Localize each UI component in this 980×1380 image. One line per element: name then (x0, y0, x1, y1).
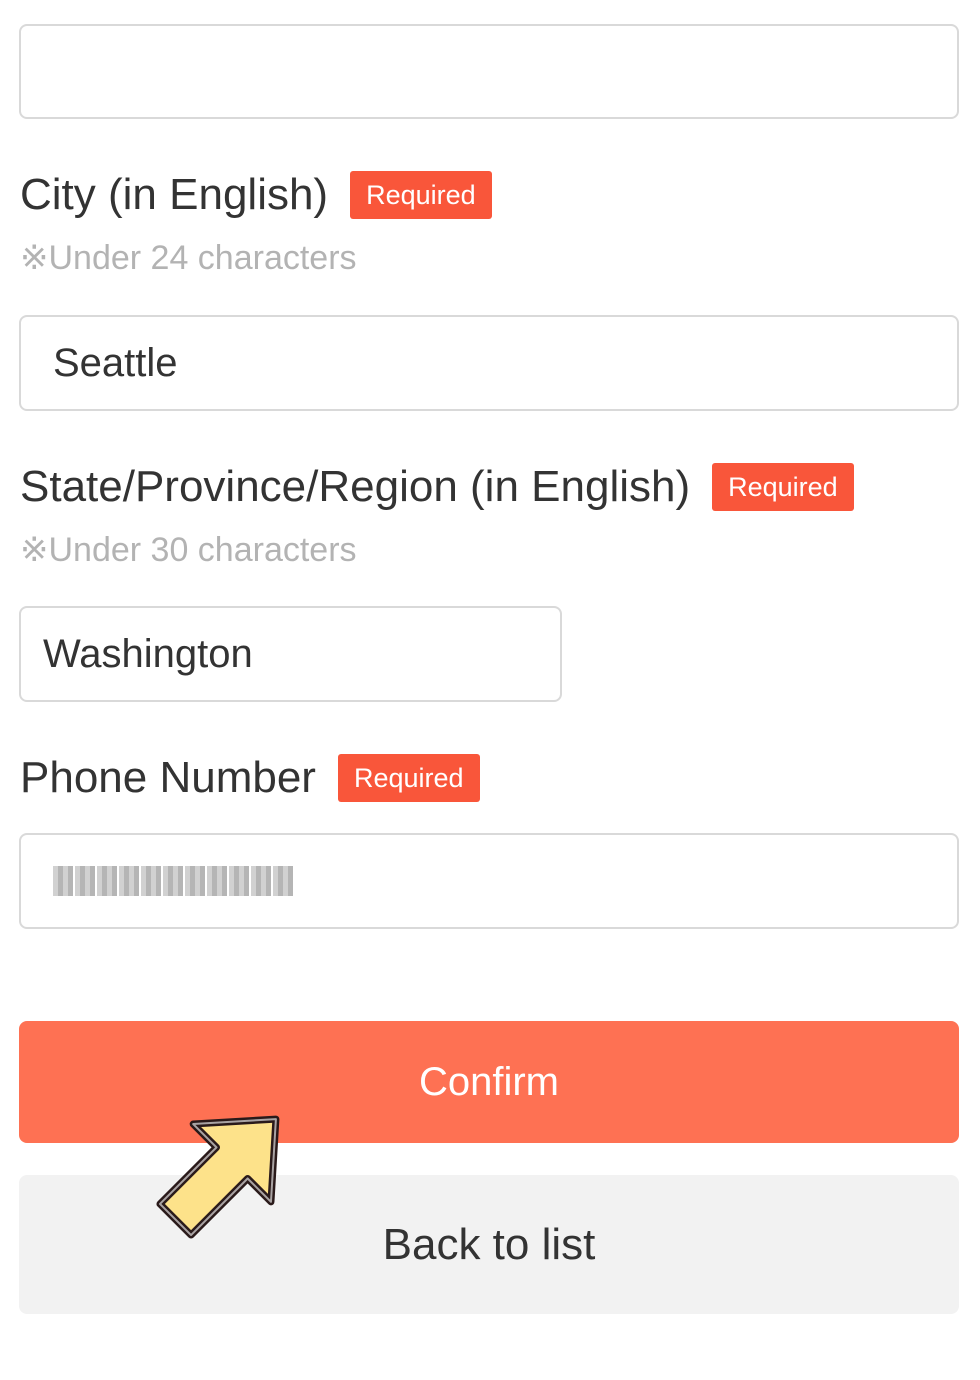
city-label-row: City (in English) Required (20, 165, 492, 225)
state-label: State/Province/Region (in English) (20, 462, 691, 511)
state-label-row: State/Province/Region (in English) Requi… (20, 457, 854, 517)
city-label: City (in English) (20, 170, 329, 219)
phone-label-row: Phone Number Required (20, 748, 480, 808)
city-input[interactable]: Seattle (19, 315, 959, 411)
state-input[interactable]: Washington (19, 606, 562, 702)
state-value: Washington (43, 631, 253, 676)
confirm-button[interactable]: Confirm (19, 1021, 959, 1143)
shipping-address-form: City (in English) Required ※Under 24 cha… (0, 0, 980, 1380)
city-required-badge: Required (350, 171, 492, 219)
phone-required-badge: Required (337, 754, 480, 802)
state-required-badge: Required (712, 463, 854, 511)
address-line-input[interactable] (19, 24, 959, 119)
phone-input[interactable] (19, 833, 959, 929)
phone-label: Phone Number (20, 753, 316, 802)
phone-value-obscured (53, 864, 295, 898)
back-to-list-button[interactable]: Back to list (19, 1175, 959, 1314)
city-hint: ※Under 24 characters (20, 239, 357, 277)
back-to-list-label: Back to list (382, 1219, 596, 1269)
state-hint: ※Under 30 characters (20, 531, 357, 569)
city-value: Seattle (53, 340, 178, 385)
confirm-button-label: Confirm (418, 1059, 560, 1104)
